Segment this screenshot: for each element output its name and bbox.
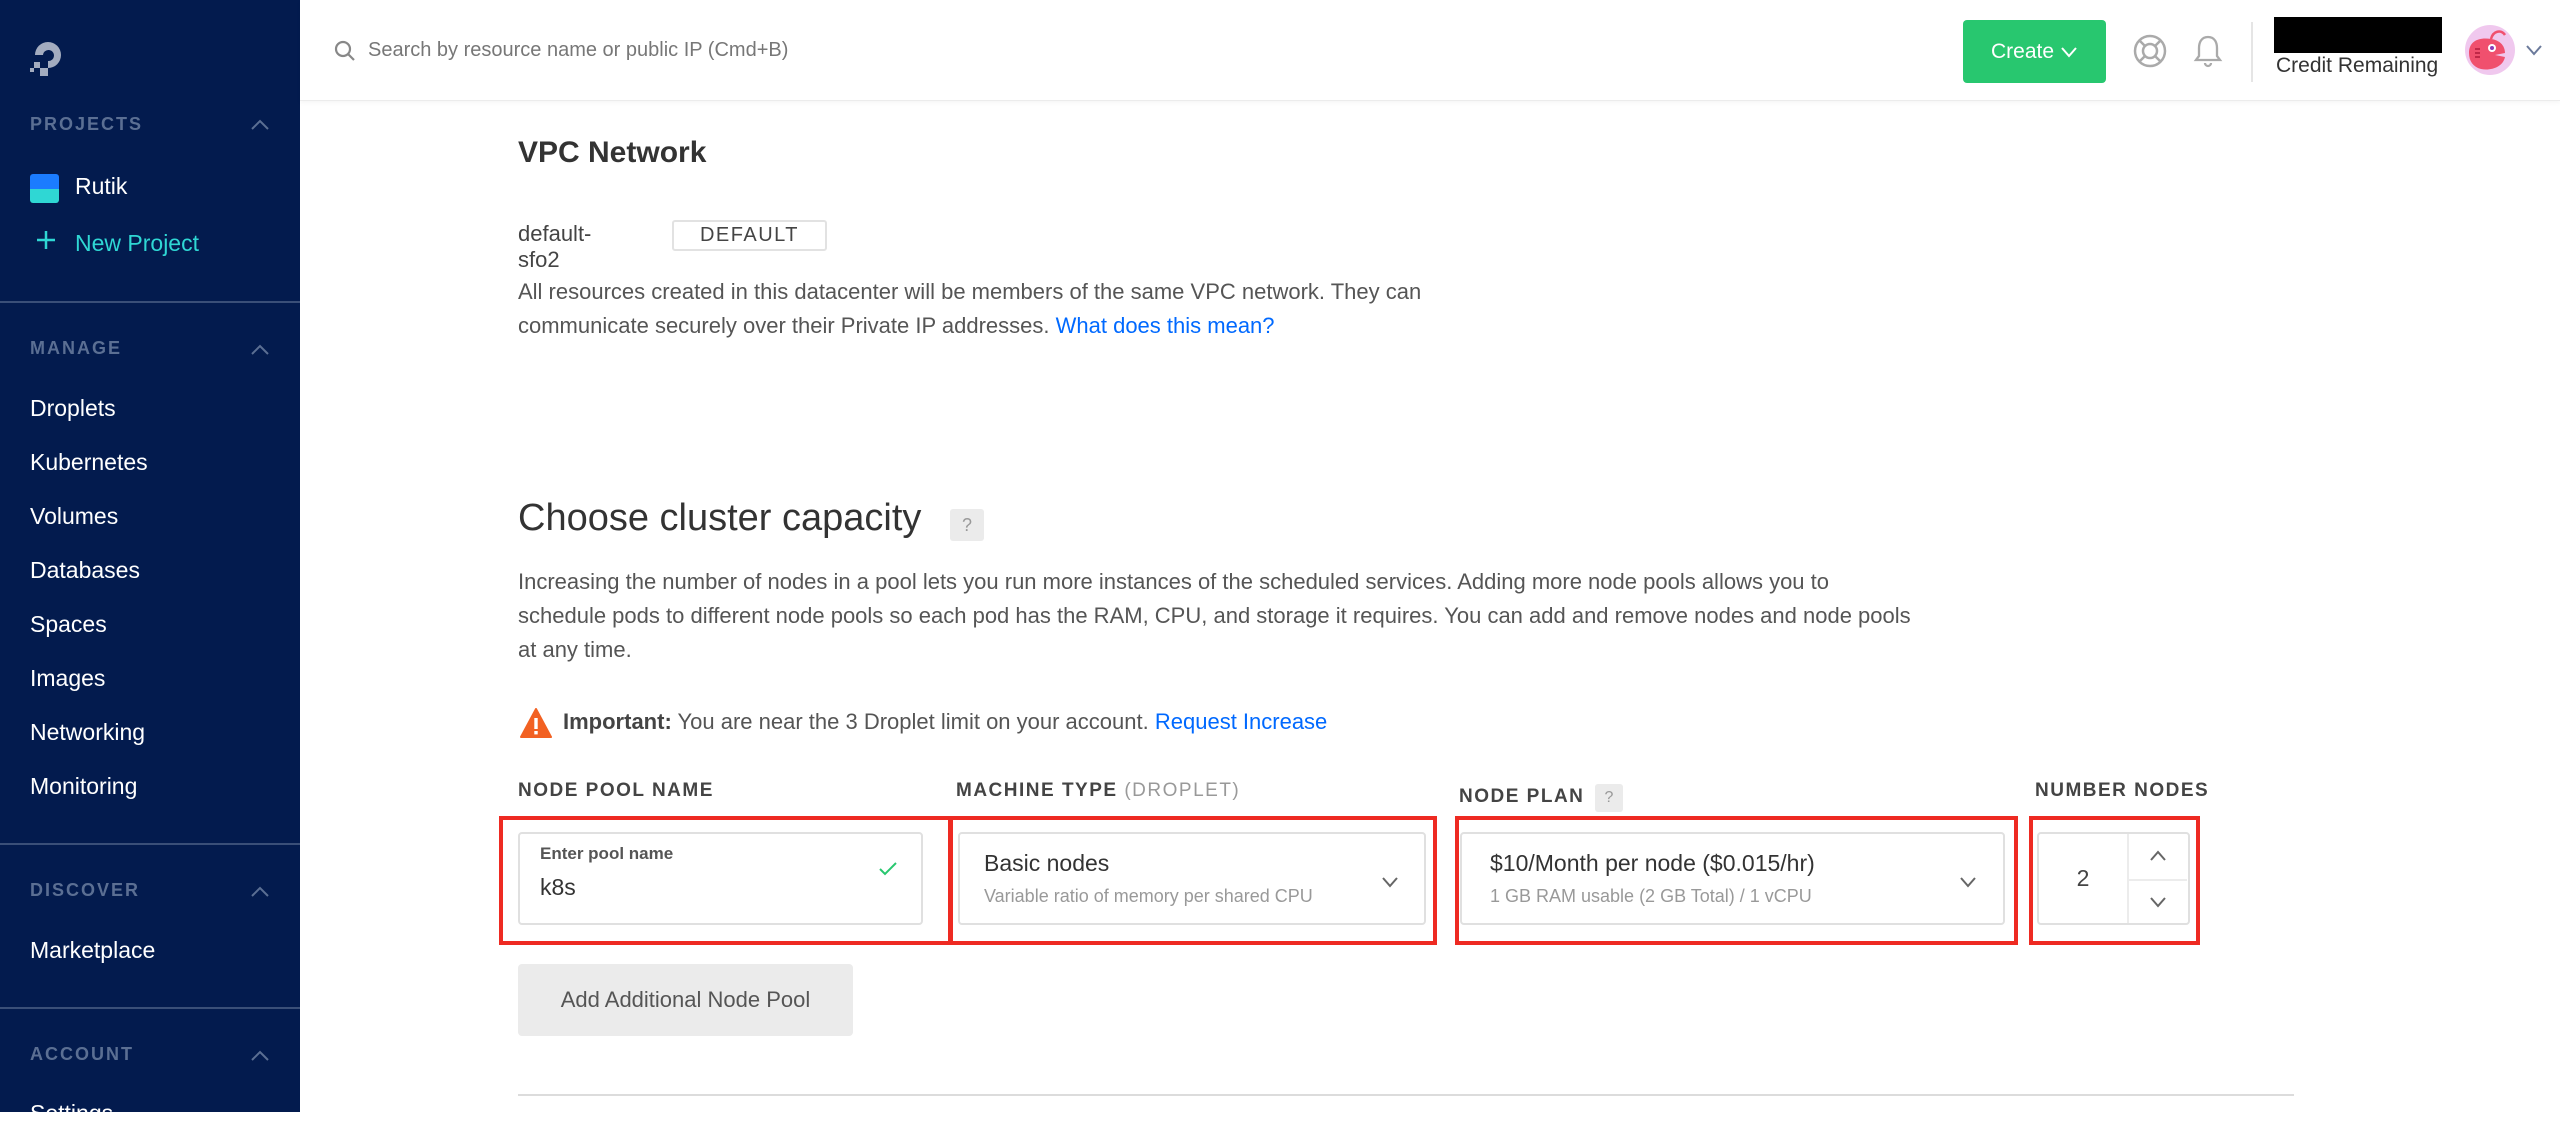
sidebar-item-droplets[interactable]: Droplets	[30, 395, 116, 422]
sidebar-item-images[interactable]: Images	[30, 665, 105, 692]
plus-icon	[37, 231, 55, 249]
valid-check-icon	[879, 862, 897, 876]
machine-type-selected: Basic nodes	[984, 850, 1110, 876]
machine-type-selected-sub: Variable ratio of memory per shared CPU	[984, 886, 1313, 906]
chevron-down-icon	[1960, 877, 1976, 888]
projects-heading: PROJECTS	[30, 114, 144, 134]
discover-heading: DISCOVER	[30, 880, 141, 900]
machine-type-label: MACHINE TYPE (DROPLET)	[956, 780, 1240, 802]
number-nodes-stepper[interactable]: 2	[2037, 832, 2190, 925]
capacity-help-icon[interactable]: ?	[950, 509, 984, 541]
vpc-name: default-sfo2	[518, 221, 592, 272]
add-node-pool-button[interactable]: Add Additional Node Pool	[518, 964, 853, 1036]
sidebar-divider	[0, 301, 300, 303]
section-divider	[518, 1094, 2294, 1096]
node-plan-selected: $10/Month per node ($0.015/hr)	[1490, 850, 1815, 876]
sidebar-item-rutik[interactable]: Rutik	[75, 173, 127, 200]
warning-text: You are near the 3 Droplet limit on your…	[677, 709, 1149, 734]
capacity-description: Increasing the number of nodes in a pool…	[518, 569, 1911, 662]
node-plan-select[interactable]: $10/Month per node ($0.015/hr) 1 GB RAM …	[1460, 832, 2005, 925]
sidebar-item-marketplace[interactable]: Marketplace	[30, 937, 155, 964]
chevron-down-icon	[2150, 897, 2166, 908]
warning-icon	[520, 708, 552, 738]
manage-heading: MANAGE	[30, 338, 122, 358]
top-header: Create Credit Remaining	[300, 0, 2560, 101]
account-chevron-down-icon[interactable]	[2525, 44, 2543, 56]
sidebar-item-settings[interactable]: Settings	[30, 1100, 113, 1127]
notifications-bell-icon[interactable]	[2190, 33, 2226, 69]
sidebar-item-new-project[interactable]: New Project	[75, 230, 199, 257]
stepper-buttons	[2127, 834, 2187, 923]
anglerfish-avatar-icon	[2469, 30, 2507, 70]
vpc-description-text: All resources created in this datacenter…	[518, 279, 1422, 338]
sidebar-divider	[0, 1007, 300, 1009]
vpc-description: All resources created in this datacenter…	[518, 275, 1528, 343]
sidebar: PROJECTS Rutik New Project MANAGE Drople…	[0, 0, 300, 1126]
capacity-title: Choose cluster capacity	[518, 497, 922, 539]
chevron-down-icon	[1382, 877, 1398, 888]
credit-amount-redacted	[2274, 17, 2442, 53]
sidebar-item-monitoring[interactable]: Monitoring	[30, 773, 137, 800]
header-separator	[2251, 22, 2253, 82]
droplet-limit-warning: Important: You are near the 3 Droplet li…	[563, 705, 1327, 739]
chevron-up-icon	[2150, 850, 2166, 861]
help-lifebuoy-icon[interactable]	[2132, 33, 2168, 69]
pool-name-field-label: Enter pool name	[540, 844, 674, 863]
node-plan-selected-sub: 1 GB RAM usable (2 GB Total) / 1 vCPU	[1490, 886, 1812, 906]
chevron-down-icon	[2061, 46, 2077, 58]
chevron-up-icon[interactable]	[250, 344, 270, 356]
node-plan-help-icon[interactable]: ?	[1595, 784, 1623, 812]
vpc-help-link[interactable]: What does this mean?	[1056, 313, 1275, 338]
machine-type-label-text: MACHINE TYPE	[956, 780, 1118, 801]
number-nodes-label: NUMBER NODES	[2035, 780, 2210, 801]
create-button-label: Create	[1990, 39, 2055, 63]
sidebar-item-kubernetes[interactable]: Kubernetes	[30, 449, 148, 476]
chevron-up-icon[interactable]	[250, 1050, 270, 1062]
sidebar-divider	[0, 843, 300, 845]
pool-name-input[interactable]	[540, 874, 840, 901]
vpc-title: VPC Network	[518, 136, 707, 169]
sidebar-item-databases[interactable]: Databases	[30, 557, 140, 584]
decrement-button[interactable]	[2129, 878, 2187, 924]
digitalocean-logo-icon[interactable]	[28, 36, 74, 80]
create-button[interactable]: Create	[1963, 20, 2106, 83]
credit-remaining-label: Credit Remaining	[2276, 54, 2439, 77]
increment-button[interactable]	[2129, 834, 2187, 879]
account-heading: ACCOUNT	[30, 1044, 134, 1064]
vpc-default-badge: DEFAULT	[672, 220, 827, 251]
node-plan-label: NODE PLAN	[1459, 786, 1585, 807]
sidebar-item-spaces[interactable]: Spaces	[30, 611, 107, 638]
request-increase-link[interactable]: Request Increase	[1155, 709, 1327, 734]
node-pool-name-label: NODE POOL NAME	[518, 780, 714, 801]
sidebar-item-networking[interactable]: Networking	[30, 719, 145, 746]
search-icon	[334, 40, 355, 61]
chevron-up-icon[interactable]	[250, 886, 270, 898]
project-icon	[30, 174, 59, 203]
sidebar-item-volumes[interactable]: Volumes	[30, 503, 118, 530]
machine-type-select[interactable]: Basic nodes Variable ratio of memory per…	[958, 832, 1426, 925]
pool-name-field[interactable]: Enter pool name	[518, 832, 923, 925]
search-input[interactable]	[368, 32, 1068, 68]
machine-type-label-muted: (DROPLET)	[1124, 780, 1241, 801]
user-avatar[interactable]	[2465, 25, 2515, 75]
number-nodes-value[interactable]: 2	[2039, 834, 2127, 923]
warning-bold: Important:	[563, 709, 672, 734]
chevron-up-icon[interactable]	[250, 119, 270, 131]
